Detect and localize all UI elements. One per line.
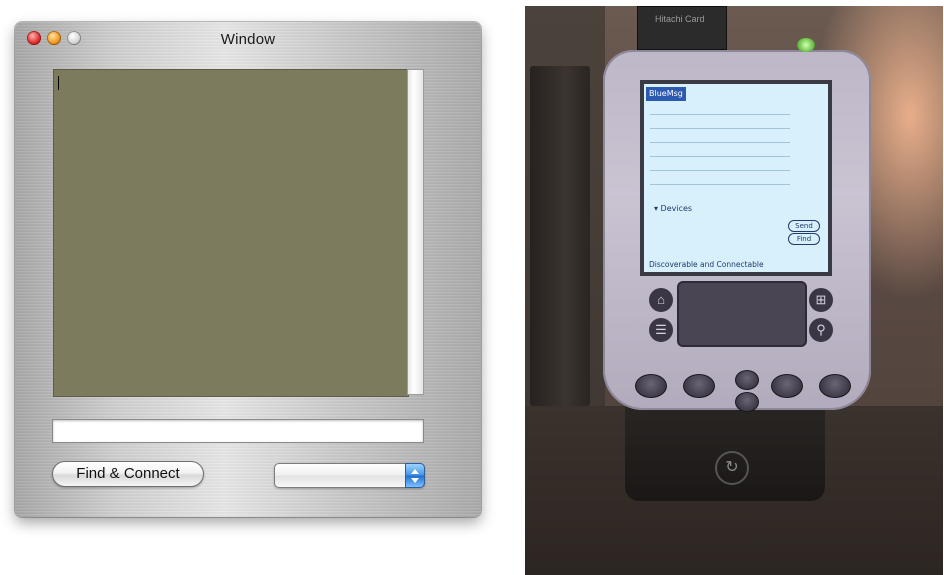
photo-book (530, 66, 590, 406)
photo-bluetooth-card (637, 6, 727, 50)
text-caret (58, 76, 59, 90)
pda-text-line (650, 114, 790, 115)
address-button-icon (683, 374, 715, 398)
find-icon: ⚲ (809, 318, 833, 342)
window-title: Window (220, 31, 276, 48)
pda-cradle (625, 401, 825, 501)
pda-send-button: Send (788, 220, 820, 232)
todo-button-icon (771, 374, 803, 398)
pda-led (797, 38, 815, 52)
scroll-down-icon (735, 392, 759, 412)
graffiti-area (677, 281, 807, 347)
find-connect-button[interactable]: Find & Connect (52, 461, 204, 487)
datebook-button-icon (635, 374, 667, 398)
device-popup-menu[interactable] (274, 463, 425, 488)
scroll-up-icon (735, 370, 759, 390)
calculator-icon: ⊞ (809, 288, 833, 312)
up-down-arrows-icon (405, 463, 425, 488)
photo-card-label: Hitachi Card (655, 14, 705, 24)
pda-find-button: Find (788, 233, 820, 245)
pda-text-line (650, 184, 790, 185)
app-window: Window Find & Connect (15, 22, 481, 517)
pda-text-line (650, 128, 790, 129)
pda-devices-label: ▾ Devices (654, 204, 693, 213)
message-log-textview[interactable] (53, 69, 409, 397)
pda-photo: Hitachi Card ↻ BlueMsg ▾ Devices Send Fi… (525, 6, 943, 575)
home-icon: ⌂ (649, 288, 673, 312)
pda-status-text: Discoverable and Connectable (649, 260, 764, 269)
message-input[interactable] (52, 419, 424, 443)
pda-text-line (650, 156, 790, 157)
title-bar[interactable]: Window (15, 22, 481, 56)
pda-screen: BlueMsg ▾ Devices Send Find Discoverable… (640, 80, 832, 276)
vertical-scrollbar[interactable] (407, 69, 424, 395)
pda-text-line (650, 142, 790, 143)
hotsync-icon: ↻ (715, 451, 749, 485)
memo-button-icon (819, 374, 851, 398)
pda-text-line (650, 170, 790, 171)
menu-icon: ☰ (649, 318, 673, 342)
pda-app-title: BlueMsg (646, 87, 686, 101)
